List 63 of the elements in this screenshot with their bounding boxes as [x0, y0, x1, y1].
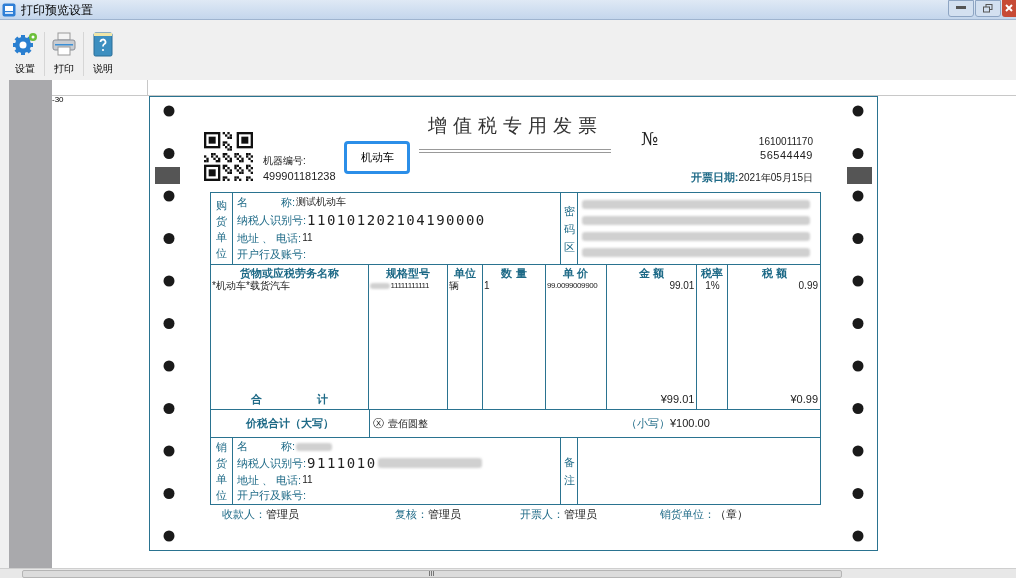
issue-date: 2021年05月15日: [738, 171, 813, 185]
total-label: 合 计: [250, 391, 330, 407]
field-value: 110101202104190000: [307, 213, 486, 228]
table-cell: *机动车*载货汽车: [212, 280, 290, 292]
section-label: 购货单位: [211, 193, 233, 264]
field-label: 地址 、 电话:: [237, 232, 302, 244]
section-label: 备注: [561, 438, 578, 504]
signature-label: 复核：: [395, 507, 428, 521]
field-value: 11: [302, 233, 313, 244]
column-header: 单 价: [562, 266, 590, 280]
date-label: 开票日期:: [690, 170, 739, 185]
section-label: 销货单位: [211, 438, 233, 504]
field-label: 名 称:: [237, 196, 296, 208]
signature-value: 管理员: [266, 507, 299, 521]
signature-value: （章）: [715, 507, 748, 521]
column-header: 货物或应税劳务名称: [240, 266, 341, 280]
field-label: 纳税人识别号:: [237, 214, 307, 226]
signature-label: 销货单位：: [660, 507, 715, 521]
toolbar-button[interactable]: 说明: [86, 32, 120, 76]
grand-total-label: 价税合计（大写）: [211, 410, 370, 437]
invoice-title: 增值税专用发票: [427, 113, 603, 137]
column-header: 税 额: [760, 266, 788, 280]
field-value: 11: [302, 475, 313, 486]
machine-number: 499901181238: [263, 170, 337, 182]
field-label: 开户行及账号:: [237, 489, 307, 501]
currency-mark: ⓧ: [373, 416, 384, 432]
number-sign: №: [641, 127, 659, 151]
section-label: 密码区: [561, 193, 578, 264]
field-label: 地址 、 电话:: [237, 474, 302, 486]
column-header: 数 量: [500, 266, 528, 280]
field-label: 名 称:: [237, 441, 296, 453]
column-header: 金 额: [638, 266, 666, 280]
column-header: 税率: [700, 266, 725, 280]
column-header: 规格型号: [385, 266, 432, 280]
signature-label: 收款人：: [222, 507, 266, 521]
field-value: 9111010: [307, 456, 377, 471]
field-label: 开户行及账号:: [237, 249, 307, 261]
invoice-number: 56544449: [760, 148, 813, 163]
toolbar-button[interactable]: 打印: [47, 32, 81, 76]
table-cell: 0.99: [798, 280, 818, 292]
signature-value: 管理员: [564, 507, 597, 521]
table-cell: 99.01: [669, 280, 695, 292]
invoice-code: 1610011170: [758, 135, 813, 148]
total-tax: ¥0.99: [789, 391, 819, 407]
field-value: 测试机动车: [296, 197, 347, 208]
figures-label: （小写）: [626, 416, 670, 432]
margin-label: -30: [52, 96, 64, 104]
table-cell: 99.0099009900: [546, 280, 598, 292]
column-header: 单位: [453, 266, 478, 280]
total-amount: ¥99.01: [659, 391, 696, 407]
signature-value: 管理员: [428, 507, 461, 521]
table-cell: 1%: [705, 280, 720, 292]
field-label: 纳税人识别号:: [237, 457, 307, 469]
window-title: 打印预览设置: [21, 1, 93, 19]
table-cell: 辆: [449, 280, 460, 292]
amount-in-words: 壹佰圆整: [388, 417, 428, 431]
table-cell: 11111111111: [390, 280, 430, 292]
signature-label: 开票人：: [520, 507, 564, 521]
table-cell: 1: [484, 280, 490, 292]
toolbar-button[interactable]: 设置: [8, 32, 42, 76]
invoice-type-badge: 机动车: [344, 141, 410, 174]
machine-number-label: 机器编号:: [263, 155, 307, 167]
amount-in-figures: ¥100.00: [670, 416, 710, 432]
